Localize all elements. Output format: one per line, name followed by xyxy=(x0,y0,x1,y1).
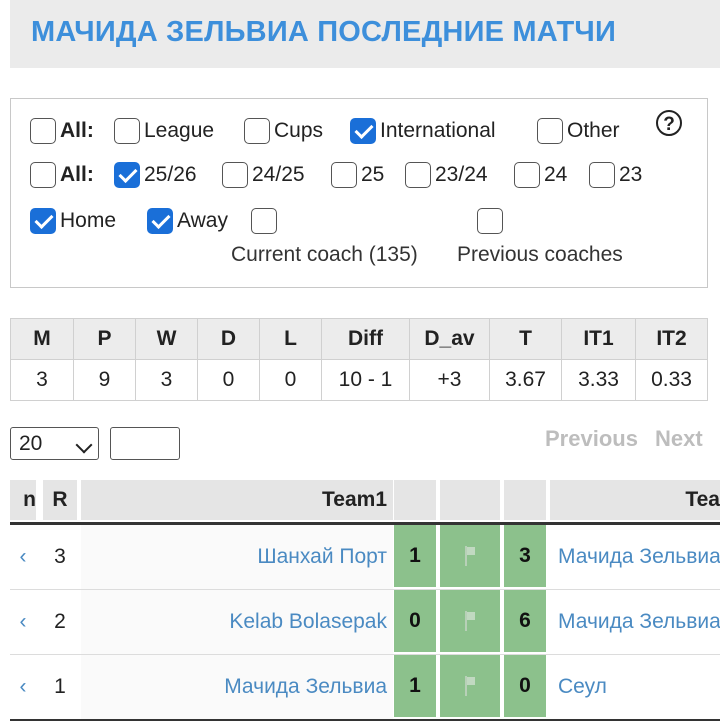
stats-header: Diff xyxy=(321,318,410,360)
title-bar: МАЧИДА ЗЕЛЬВИА ПОСЛЕДНИЕ МАТЧИ xyxy=(10,0,720,68)
col-header-r: R xyxy=(43,480,77,520)
checkbox-checked[interactable] xyxy=(147,208,173,234)
stats-value: 0 xyxy=(259,359,322,401)
team1-link[interactable]: Мачида Зельвиа xyxy=(81,655,393,719)
checkbox[interactable] xyxy=(30,118,56,144)
checkbox-checked[interactable] xyxy=(30,208,56,234)
round-number: 3 xyxy=(54,545,66,568)
stats-header: W xyxy=(135,318,198,360)
score-home: 1 xyxy=(394,525,436,587)
stats-value: 3.67 xyxy=(489,359,562,401)
round-number: 1 xyxy=(54,675,66,698)
current-coach-checkbox[interactable] xyxy=(251,208,277,234)
row-divider xyxy=(10,719,720,721)
score-away: 0 xyxy=(504,655,546,717)
round-number: 2 xyxy=(54,610,66,633)
filter-away[interactable]: Away xyxy=(147,208,228,234)
chevron-down-icon xyxy=(75,436,93,454)
score-home: 0 xyxy=(394,590,436,652)
flag-cell xyxy=(440,590,500,652)
flag-icon xyxy=(465,676,475,696)
previous-coaches-label: Previous coaches xyxy=(457,243,623,266)
stats-value: 3 xyxy=(10,359,74,401)
filter-other[interactable]: Other xyxy=(537,118,620,144)
filter-season-25-26[interactable]: 25/26 xyxy=(114,162,197,188)
col-header-team1[interactable]: Team1 xyxy=(81,480,393,520)
filter-cups[interactable]: Cups xyxy=(244,118,323,144)
previous-link[interactable]: Previous xyxy=(545,426,638,452)
team2-link[interactable]: Сеул xyxy=(558,655,720,719)
checkbox[interactable] xyxy=(244,118,270,144)
filter-season-24[interactable]: 24 xyxy=(514,162,567,188)
checkbox-checked[interactable] xyxy=(350,118,376,144)
stats-header: T xyxy=(489,318,562,360)
stats-header: L xyxy=(259,318,322,360)
stats-value: 9 xyxy=(73,359,136,401)
col-header-score2 xyxy=(504,480,546,520)
stats-header: D_av xyxy=(409,318,490,360)
team2-link[interactable]: Мачида Зельвиа xyxy=(558,590,720,654)
matches-table: n R Team1 Tea ‹ 3 Шанхай Порт 1 3 Мачида… xyxy=(10,480,720,722)
stats-value: +3 xyxy=(409,359,490,401)
checkbox[interactable] xyxy=(514,162,540,188)
stats-value: 0 xyxy=(197,359,260,401)
page-size-select[interactable]: 20 xyxy=(10,427,99,460)
next-link[interactable]: Next xyxy=(655,426,703,452)
filter-league[interactable]: League xyxy=(114,118,214,144)
score-home: 1 xyxy=(394,655,436,717)
stats-table: M P W D L Diff D_av T IT1 IT2 3 9 3 0 0 … xyxy=(10,318,708,401)
filter-all-seasons[interactable]: All: xyxy=(30,162,94,188)
filter-all-competitions[interactable]: All: xyxy=(30,118,94,144)
stats-value: 0.33 xyxy=(635,359,708,401)
stats-header: P xyxy=(73,318,136,360)
checkbox[interactable] xyxy=(537,118,563,144)
filter-season-23[interactable]: 23 xyxy=(589,162,642,188)
flag-cell xyxy=(440,655,500,717)
checkbox-checked[interactable] xyxy=(114,162,140,188)
stats-header: IT2 xyxy=(635,318,708,360)
row-chevron-icon[interactable]: ‹ xyxy=(10,590,36,654)
score-away: 6 xyxy=(504,590,546,652)
row-chevron-icon[interactable]: ‹ xyxy=(10,655,36,719)
stats-value: 10 - 1 xyxy=(321,359,410,401)
stats-value-row: 3 9 3 0 0 10 - 1 +3 3.67 3.33 0.33 xyxy=(10,359,708,401)
flag-icon xyxy=(465,546,475,566)
filter-international[interactable]: International xyxy=(350,118,496,144)
row-chevron-icon[interactable]: ‹ xyxy=(10,525,36,589)
checkbox[interactable] xyxy=(405,162,431,188)
team1-link[interactable]: Шанхай Порт xyxy=(81,525,393,589)
filter-season-24-25[interactable]: 24/25 xyxy=(222,162,305,188)
col-header-score1 xyxy=(394,480,436,520)
stats-header-row: M P W D L Diff D_av T IT1 IT2 xyxy=(10,318,708,360)
col-header-flag xyxy=(440,480,500,520)
team1-link[interactable]: Kelab Bolasepak xyxy=(81,590,393,654)
stats-header: M xyxy=(10,318,74,360)
filter-season-23-24[interactable]: 23/24 xyxy=(405,162,488,188)
help-icon[interactable]: ? xyxy=(656,110,682,136)
filter-home[interactable]: Home xyxy=(30,208,116,234)
checkbox[interactable] xyxy=(114,118,140,144)
col-header-team2[interactable]: Tea xyxy=(550,480,720,520)
flag-cell xyxy=(440,525,500,587)
team2-link[interactable]: Мачида Зельвиа xyxy=(558,525,720,589)
previous-coaches-checkbox[interactable] xyxy=(477,208,503,234)
stats-header: D xyxy=(197,318,260,360)
page-title: МАЧИДА ЗЕЛЬВИА ПОСЛЕДНИЕ МАТЧИ xyxy=(31,16,617,48)
stats-header: IT1 xyxy=(561,318,636,360)
checkbox[interactable] xyxy=(30,162,56,188)
score-away: 3 xyxy=(504,525,546,587)
checkbox[interactable] xyxy=(331,162,357,188)
current-coach-label: Current coach (135) xyxy=(231,243,418,266)
filter-season-25[interactable]: 25 xyxy=(331,162,384,188)
flag-icon xyxy=(465,611,475,631)
checkbox[interactable] xyxy=(589,162,615,188)
stats-value: 3 xyxy=(135,359,198,401)
stats-value: 3.33 xyxy=(561,359,636,401)
page-input[interactable] xyxy=(110,427,180,460)
checkbox[interactable] xyxy=(222,162,248,188)
col-header-n: n xyxy=(10,480,36,520)
